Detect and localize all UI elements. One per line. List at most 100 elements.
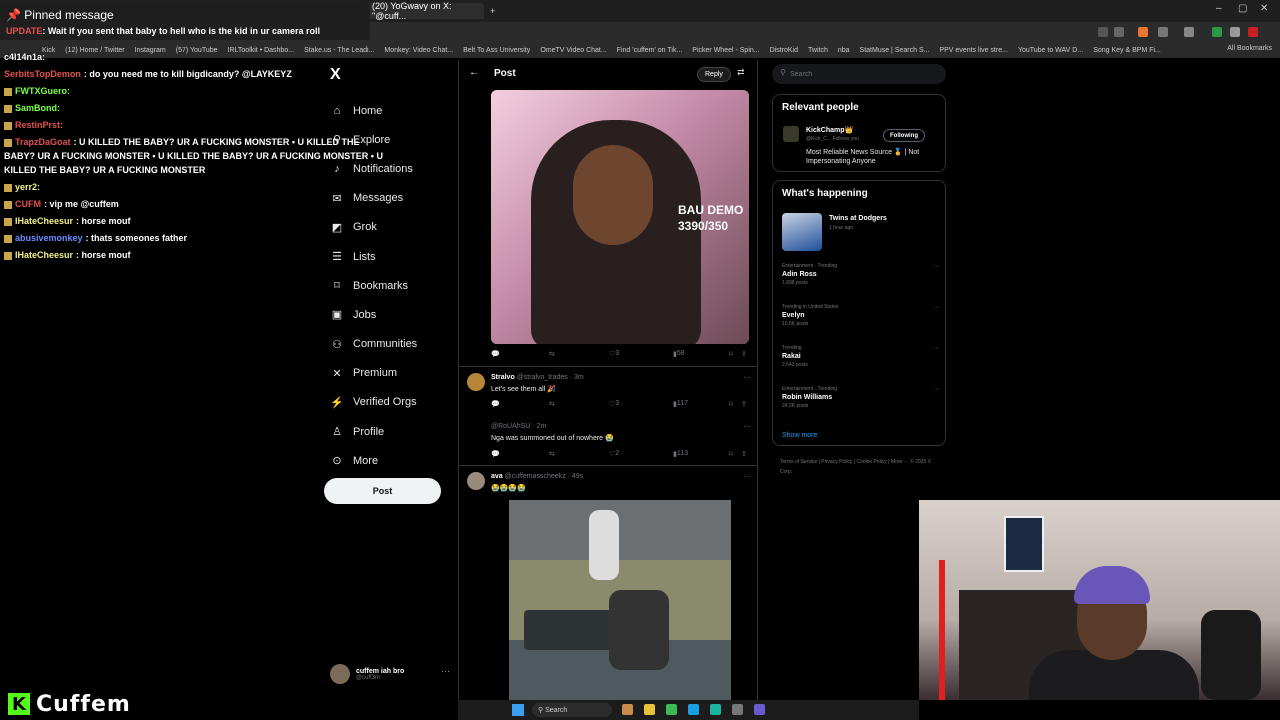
following-button[interactable]: Following <box>883 129 925 142</box>
minimize-icon[interactable]: – <box>1216 3 1222 14</box>
trend-item[interactable]: Trending in United States Evelyn 10.6K p… <box>782 304 940 327</box>
x-logo-icon[interactable]: X <box>330 66 341 84</box>
avatar[interactable] <box>783 126 799 142</box>
nav-item-communities[interactable]: ⚇ Communities <box>330 330 417 359</box>
like-icon[interactable]: ♡ 2 <box>609 450 619 458</box>
views-icon[interactable]: ▮ 113 <box>673 450 688 458</box>
compose-post-button[interactable]: Post <box>324 478 441 504</box>
bookmark-icon[interactable]: ⌑ <box>729 400 733 408</box>
reply-post[interactable]: ava @cuffemasscheekz · 49s 😭😭😭😭 ··· <box>467 472 757 500</box>
more-icon[interactable]: ··· <box>743 373 751 382</box>
search-box[interactable]: ⚲ <box>772 64 946 84</box>
app-icon[interactable] <box>688 704 699 715</box>
repost-icon[interactable]: ⇆ <box>549 350 555 358</box>
back-arrow-icon[interactable]: ← <box>469 67 479 78</box>
bookmark-item[interactable]: PPV events live stre... <box>939 47 1007 54</box>
people-icon: ⚇ <box>332 338 342 351</box>
app-icon[interactable] <box>622 704 633 715</box>
account-switcher[interactable]: cuffem iah bro @cuff3m ··· <box>330 662 450 686</box>
app-icon[interactable] <box>732 704 743 715</box>
extension-icon[interactable] <box>1158 27 1168 37</box>
views-icon[interactable]: ▮ 58 <box>673 350 685 358</box>
close-icon[interactable]: ✕ <box>1260 3 1268 14</box>
download-icon[interactable] <box>1212 27 1222 37</box>
share-icon[interactable]: ⇪ <box>741 350 747 358</box>
bookmark-item[interactable]: Find 'cuffem' on Tik... <box>617 47 683 54</box>
bookmark-item[interactable]: nba <box>838 47 850 54</box>
nav-item-notifications[interactable]: ♪ Notifications <box>330 154 417 183</box>
more-icon[interactable]: ··· <box>933 304 940 311</box>
profile-icon[interactable] <box>1248 27 1258 37</box>
show-more-link[interactable]: Show more <box>782 432 817 439</box>
nav-item-grok[interactable]: ◩ Grok <box>330 213 417 242</box>
reply-button[interactable]: Reply <box>697 67 731 82</box>
more-icon[interactable]: ··· <box>933 263 940 270</box>
chrome-icon[interactable] <box>666 704 677 715</box>
search-input[interactable] <box>790 67 930 81</box>
share-icon[interactable]: ⇪ <box>741 450 747 458</box>
views-icon[interactable]: ▮ 117 <box>673 400 688 408</box>
more-icon[interactable]: ··· <box>933 386 940 393</box>
browser-tab-active[interactable]: (20) YoGwavy on X: "@cuff... <box>366 1 484 21</box>
reply-icon[interactable]: 💬 <box>491 350 500 358</box>
bookmark-item[interactable]: DistroKid <box>770 47 798 54</box>
pinned-text: UPDATE: Wait if you sent that baby to he… <box>6 26 321 36</box>
event-image[interactable] <box>782 213 822 251</box>
windows-start-icon[interactable] <box>512 704 524 716</box>
app-icon[interactable] <box>710 704 721 715</box>
all-bookmarks-button[interactable]: All Bookmarks <box>1227 45 1272 52</box>
more-icon[interactable]: ··· <box>743 472 751 481</box>
nav-item-verified-orgs[interactable]: ⚡ Verified Orgs <box>330 388 417 417</box>
star-icon[interactable] <box>1114 27 1124 37</box>
nav-item-messages[interactable]: ✉ Messages <box>330 184 417 213</box>
person-name[interactable]: KickChamp👑 <box>806 126 853 134</box>
nav-item-bookmarks[interactable]: ⌑ Bookmarks <box>330 271 417 300</box>
share-icon[interactable]: ⇪ <box>741 400 747 408</box>
app-icon[interactable] <box>754 704 765 715</box>
more-icon[interactable]: ··· <box>743 422 751 431</box>
extension-icon[interactable] <box>1138 27 1148 37</box>
extension-icon[interactable] <box>1230 27 1240 37</box>
page-title: Post <box>494 68 516 79</box>
nav-item-premium[interactable]: ✕ Premium <box>330 359 417 388</box>
settings-icon[interactable]: ⇄ <box>737 67 745 78</box>
bookmark-icon[interactable]: ⌑ <box>729 450 733 458</box>
nav-item-jobs[interactable]: ▣ Jobs <box>330 300 417 329</box>
bookmark-item[interactable]: Song Key & BPM Fi... <box>1093 47 1161 54</box>
like-icon[interactable]: ♡ 3 <box>609 400 619 408</box>
bookmark-item[interactable]: StatMuse | Search S... <box>860 47 930 54</box>
more-icon[interactable]: ··· <box>441 666 450 676</box>
nav-item-profile[interactable]: ♙ Profile <box>330 417 417 446</box>
nav-item-home[interactable]: ⌂ Home <box>330 96 417 125</box>
briefcase-icon: ▣ <box>331 309 343 322</box>
post-video[interactable]: BAU DEMO 3390/350 <box>491 90 749 344</box>
folder-icon[interactable] <box>644 704 655 715</box>
sidebar-icon[interactable] <box>1184 27 1194 37</box>
event-title[interactable]: Twins at Dodgers <box>829 215 887 222</box>
new-tab-button[interactable]: + <box>484 3 501 19</box>
reply-icon[interactable]: 💬 <box>491 400 500 408</box>
nav-item-more[interactable]: ⊙ More <box>330 446 417 475</box>
bookmark-item[interactable]: Monkey: Video Chat... <box>384 47 453 54</box>
bookmark-item[interactable]: Picker Wheel - Spin... <box>692 47 759 54</box>
bookmark-item[interactable]: Belt To Ass University <box>463 47 530 54</box>
reply-video[interactable] <box>509 500 731 700</box>
extension-icon[interactable] <box>1098 27 1108 37</box>
taskbar-search[interactable]: ⚲ Search <box>532 703 612 717</box>
repost-icon[interactable]: ⇆ <box>549 450 555 458</box>
like-icon[interactable]: ♡ 3 <box>609 350 619 358</box>
nav-item-explore[interactable]: ⚲ Explore <box>330 125 417 154</box>
trend-item[interactable]: Entertainment · Trending Adin Ross 1,898… <box>782 263 940 286</box>
trend-item[interactable]: Trending Rakai 2,643 posts ··· <box>782 345 940 368</box>
bookmark-icon[interactable]: ⌑ <box>729 350 733 358</box>
repost-icon[interactable]: ⇆ <box>549 400 555 408</box>
bookmark-item[interactable]: Twitch <box>808 47 828 54</box>
maximize-icon[interactable]: ▢ <box>1238 3 1247 14</box>
footer-links[interactable]: Terms of Service | Privacy Policy | Cook… <box>780 457 940 477</box>
more-icon[interactable]: ··· <box>933 345 940 352</box>
bookmark-item[interactable]: OmeTV Video Chat... <box>540 47 606 54</box>
reply-icon[interactable]: 💬 <box>491 450 500 458</box>
nav-item-lists[interactable]: ☰ Lists <box>330 242 417 271</box>
bookmark-item[interactable]: YouTube to WAV D... <box>1018 47 1083 54</box>
trend-item[interactable]: Entertainment · Trending Robin Williams … <box>782 386 940 409</box>
